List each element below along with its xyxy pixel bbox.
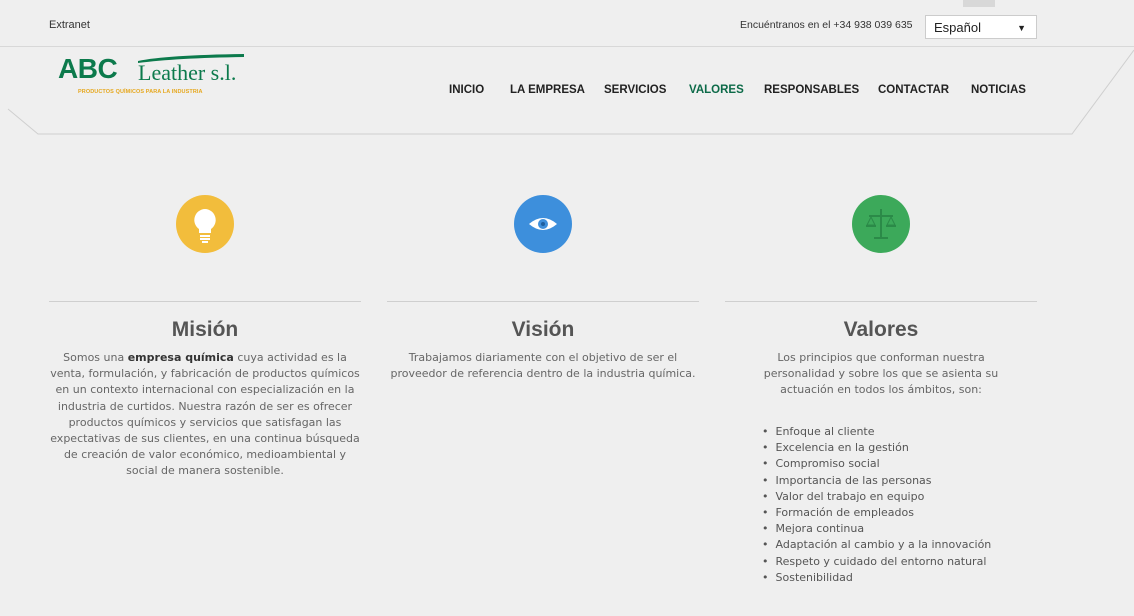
scales-icon: [852, 195, 910, 253]
list-item: Respeto y cuidado del entorno natural: [762, 554, 991, 570]
list-item: Compromiso social: [762, 456, 991, 472]
extranet-link[interactable]: Extranet: [49, 19, 90, 31]
valores-divider: [725, 301, 1037, 302]
contact-phone-text: Encuéntranos en el +34 938 039 635: [740, 19, 913, 31]
nav-item-inicio[interactable]: INICIO: [449, 84, 484, 96]
nav-item-contactar[interactable]: CONTACTAR: [878, 84, 949, 96]
vision-divider: [387, 301, 699, 302]
vision-title: Visión: [511, 318, 575, 341]
language-select[interactable]: Español ▼: [925, 15, 1037, 39]
vision-text: Trabajamos diariamente con el objetivo d…: [390, 351, 696, 381]
mision-divider: [49, 301, 361, 302]
nav-item-servicios[interactable]: SERVICIOS: [604, 84, 666, 96]
logo[interactable]: ABC Leather s.l. PRODUCTOS QUÍMICOS PARA…: [58, 52, 258, 102]
valores-list: Enfoque al cliente Excelencia en la gest…: [762, 424, 992, 586]
nav-item-noticias[interactable]: NOTICIAS: [971, 84, 1026, 96]
list-item: Excelencia en la gestión: [762, 440, 991, 456]
list-item: Adaptación al cambio y a la innovación: [762, 537, 992, 553]
mision-text-bold: empresa química: [127, 351, 234, 364]
nav-item-valores[interactable]: VALORES: [689, 84, 744, 96]
mision-title: Misión: [171, 318, 239, 341]
chevron-down-icon: ▼: [1017, 23, 1026, 33]
list-item: Importancia de las personas: [762, 473, 991, 489]
logo-leather-text: Leather s.l.: [138, 60, 237, 85]
logo-abc-text: ABC: [58, 53, 118, 84]
valores-title: Valores: [843, 318, 919, 341]
top-corner-tab: [963, 0, 995, 7]
mision-text-start: Somos una: [63, 351, 128, 364]
language-select-value: Español: [934, 20, 981, 35]
mision-text-end: cuya actividad es la venta, formulación,…: [50, 351, 360, 478]
logo-tagline: PRODUCTOS QUÍMICOS PARA LA INDUSTRIA: [78, 89, 203, 95]
list-item: Sostenibilidad: [762, 570, 991, 586]
list-item: Enfoque al cliente: [762, 424, 991, 440]
lightbulb-icon: [176, 195, 234, 253]
list-item: Mejora continua: [762, 521, 991, 537]
nav-item-responsables[interactable]: RESPONSABLES: [764, 84, 859, 96]
list-item: Formación de empleados: [762, 505, 991, 521]
nav-item-la-empresa[interactable]: LA EMPRESA: [510, 84, 585, 96]
eye-icon: [514, 195, 572, 253]
valores-text: Los principios que conforman nuestra per…: [763, 351, 999, 397]
top-bar: Extranet Encuéntranos en el +34 938 039 …: [0, 0, 1134, 46]
list-item: Valor del trabajo en equipo: [762, 489, 991, 505]
mision-text: Somos una empresa química cuya actividad…: [49, 350, 361, 480]
